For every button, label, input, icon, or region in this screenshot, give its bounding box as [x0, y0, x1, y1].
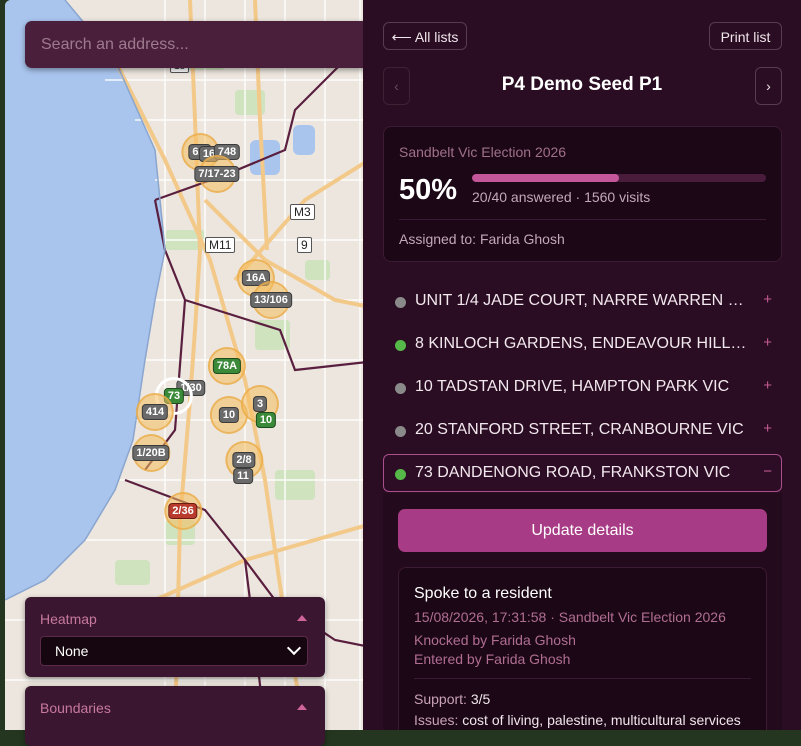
cluster-label: 2/8: [232, 452, 256, 468]
address-row[interactable]: 20 STANFORD STREET, CRANBOURNE VIC +: [383, 411, 782, 449]
cluster-label: 13/106: [250, 292, 292, 308]
map-cluster[interactable]: 7/17-23: [194, 155, 240, 193]
address-text: 8 KINLOCH GARDENS, ENDEAVOUR HILLS VIC: [415, 335, 749, 352]
road-shield-m11: M11: [205, 237, 236, 253]
print-list-button[interactable]: Print list: [709, 22, 782, 50]
address-text: 73 DANDENONG ROAD, FRANKSTON VIC: [415, 464, 731, 481]
list-title: P4 Demo Seed P1: [501, 74, 663, 95]
address-text: UNIT 1/4 JADE COURT, NARRE WARREN SOUTH …: [415, 292, 749, 309]
list-progress-card: Sandbelt Vic Election 2026 50% 20/40 ans…: [383, 126, 782, 262]
divider: [414, 678, 751, 679]
progress-bar-fill: [472, 174, 619, 182]
address-text: 10 TADSTAN DRIVE, HAMPTON PARK VIC: [415, 378, 730, 395]
cluster-label: 7/17-23: [194, 166, 240, 182]
entered-by: Entered by Farida Ghosh: [414, 651, 571, 667]
map-cluster[interactable]: 1/20B: [131, 434, 170, 472]
progress-stats: 20/40 answered · 1560 visits: [472, 189, 651, 205]
collapse-caret-icon[interactable]: [297, 615, 307, 621]
status-dot-icon: [395, 297, 406, 308]
status-dot-icon: [395, 383, 406, 394]
status-dot-icon: [395, 426, 406, 437]
road-shield-m3: M3: [290, 204, 315, 220]
next-list-button[interactable]: ›: [755, 67, 782, 105]
address-search: [25, 21, 375, 68]
map-cluster[interactable]: 11: [233, 468, 253, 484]
address-details: Update details Spoke to a resident 15/08…: [383, 493, 782, 730]
search-input[interactable]: [25, 21, 375, 68]
issues-row: Issues: cost of living, palestine, multi…: [414, 712, 741, 728]
cluster-label: 78A: [212, 358, 242, 374]
collapse-icon[interactable]: −: [763, 463, 772, 480]
map-cluster[interactable]: 10: [255, 412, 277, 428]
address-row[interactable]: 10 TADSTAN DRIVE, HAMPTON PARK VIC +: [383, 368, 782, 406]
map-cluster[interactable]: 2/36: [163, 492, 202, 530]
collapse-caret-icon[interactable]: [297, 704, 307, 710]
visit-meta: 15/08/2026, 17:31:58 · Sandbelt Vic Elec…: [414, 609, 726, 625]
cluster-label: 1/20B: [132, 445, 170, 461]
prev-list-button[interactable]: ‹: [383, 67, 410, 105]
walk-list-sidebar: ⟵ All lists Print list ‹ P4 Demo Seed P1…: [363, 0, 801, 730]
cluster-label: 2/36: [168, 503, 198, 519]
map-cluster[interactable]: 13/106: [250, 281, 292, 319]
address-text: 20 STANFORD STREET, CRANBOURNE VIC: [415, 421, 744, 438]
expand-icon[interactable]: +: [763, 420, 772, 437]
expand-icon[interactable]: +: [763, 377, 772, 394]
assigned-to: Assigned to: Farida Ghosh: [399, 231, 565, 247]
all-lists-button[interactable]: ⟵ All lists: [383, 22, 467, 50]
status-dot-icon: [395, 340, 406, 351]
progress-percent: 50%: [399, 174, 458, 206]
cluster-label: 11: [233, 468, 253, 484]
divider: [399, 219, 766, 220]
heatmap-select-value: None: [55, 643, 89, 659]
address-row[interactable]: 8 KINLOCH GARDENS, ENDEAVOUR HILLS VIC +: [383, 325, 782, 363]
update-details-button[interactable]: Update details: [398, 509, 767, 552]
heatmap-select[interactable]: None: [40, 636, 308, 666]
expand-icon[interactable]: +: [763, 334, 772, 351]
issues-value: cost of living, palestine, multicultural…: [462, 712, 741, 728]
map-cluster[interactable]: 78A: [208, 347, 246, 385]
status-dot-icon: [395, 469, 406, 480]
address-row-expanded[interactable]: 73 DANDENONG ROAD, FRANKSTON VIC −: [383, 454, 782, 492]
expand-icon[interactable]: +: [763, 291, 772, 308]
boundaries-panel: Boundaries: [25, 686, 325, 746]
progress-bar: [472, 174, 766, 182]
boundaries-title: Boundaries: [40, 700, 111, 716]
visit-card: Spoke to a resident 15/08/2026, 17:31:58…: [398, 567, 767, 730]
knocked-by: Knocked by Farida Ghosh: [414, 632, 576, 648]
address-row[interactable]: UNIT 1/4 JADE COURT, NARRE WARREN SOUTH …: [383, 282, 782, 320]
map-cluster[interactable]: 414: [135, 393, 174, 431]
cluster-label: 414: [141, 404, 169, 420]
map-cluster[interactable]: 2/8: [224, 441, 263, 479]
support-row: Support: 3/5: [414, 691, 490, 707]
cluster-label: 10: [255, 412, 277, 428]
chevron-down-icon: [286, 640, 302, 656]
cluster-label: 3: [252, 396, 268, 412]
support-value: 3/5: [470, 691, 491, 707]
support-label: Support:: [414, 691, 467, 707]
visit-outcome: Spoke to a resident: [414, 585, 552, 602]
map-cluster[interactable]: 3: [241, 385, 279, 423]
road-shield-9: 9: [297, 237, 312, 253]
election-name: Sandbelt Vic Election 2026: [399, 144, 567, 160]
map-cluster[interactable]: 10: [210, 396, 248, 434]
issues-label: Issues:: [414, 712, 459, 728]
heatmap-title: Heatmap: [40, 611, 97, 627]
cluster-label: 10: [218, 407, 240, 423]
heatmap-panel: Heatmap None: [25, 597, 325, 677]
